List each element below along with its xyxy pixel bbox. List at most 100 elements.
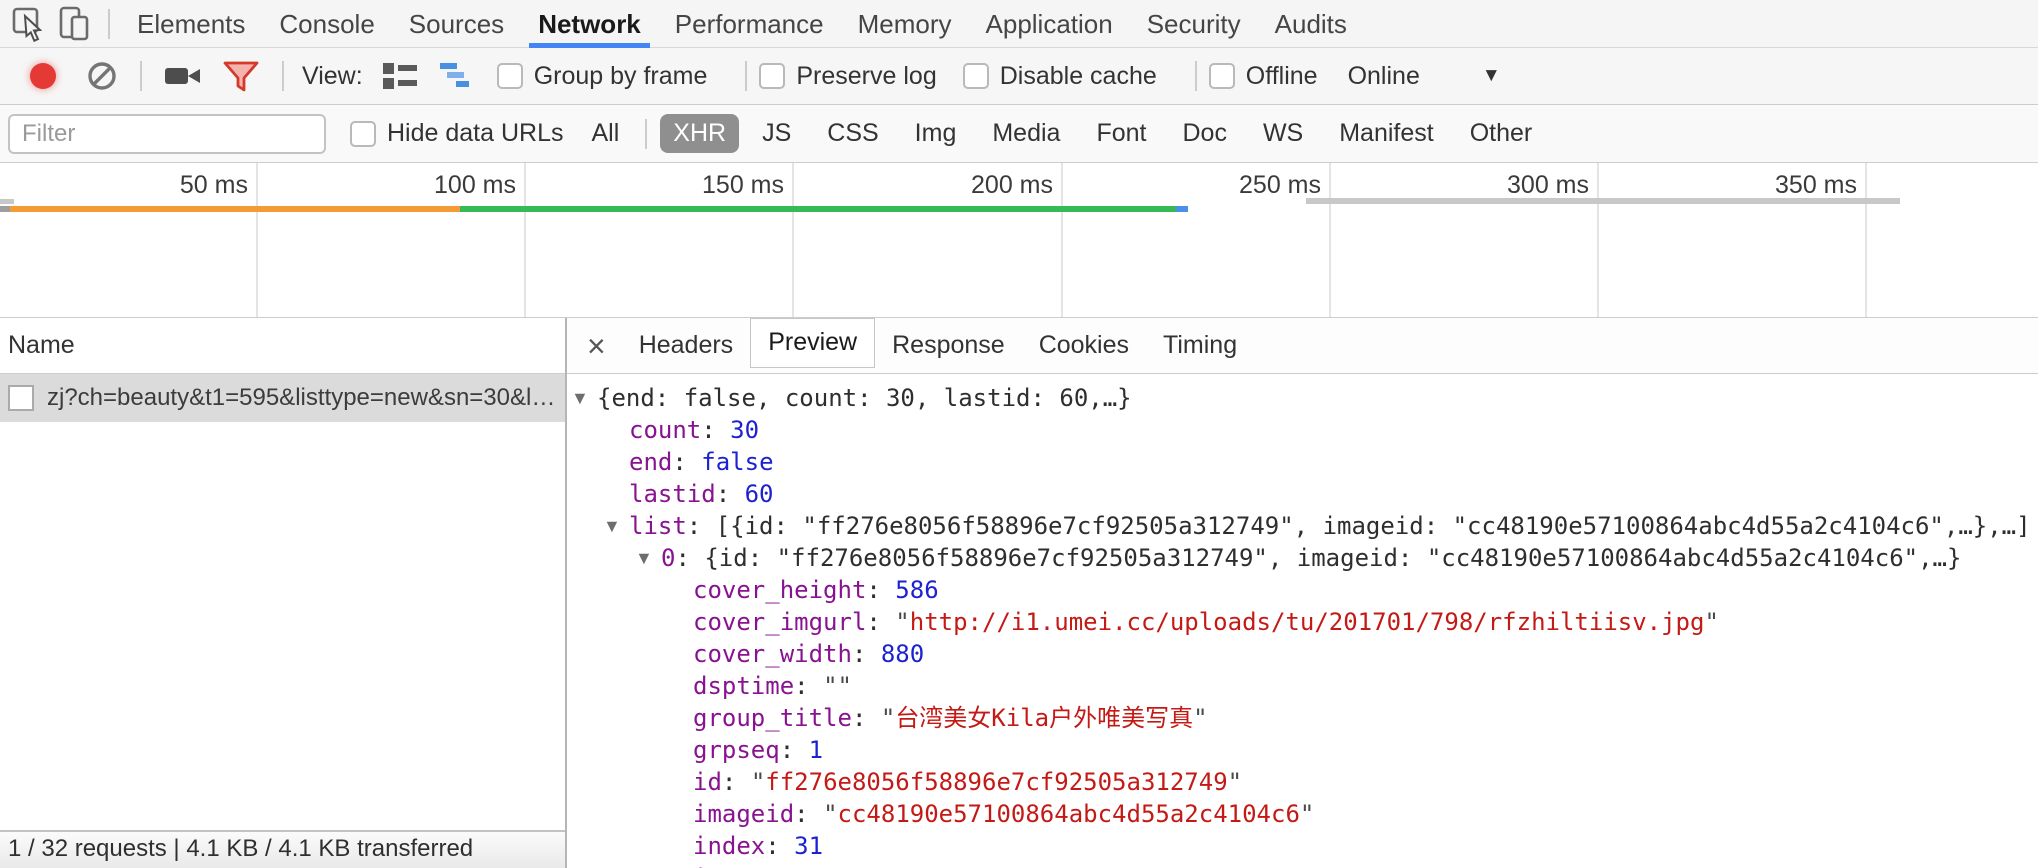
json-tree-row[interactable]: id: "ff276e8056f58896e7cf92505a312749" [567, 766, 2038, 798]
json-segment: : [794, 800, 823, 828]
detail-tab-cookies[interactable]: Cookies [1022, 318, 1146, 374]
disclosure-triangle-icon[interactable]: ▼ [571, 382, 597, 414]
timeline-overview[interactable]: 50 ms100 ms150 ms200 ms250 ms300 ms350 m… [0, 163, 2038, 318]
view-list-icon [381, 59, 419, 93]
json-tree-row[interactable]: imageid: "cc48190e57100864abc4d55a2c4104… [567, 798, 2038, 830]
large-rows-toggle[interactable] [381, 59, 419, 93]
json-segment: : [794, 672, 823, 700]
clear-button[interactable] [86, 60, 118, 92]
filter-pill-css[interactable]: CSS [814, 114, 891, 153]
tab-audits[interactable]: Audits [1258, 0, 1364, 48]
json-preview-tree[interactable]: ▼{end: false, count: 30, lastid: 60,…}co… [567, 374, 2038, 868]
json-segment: lastid [629, 480, 716, 508]
detail-tab-bar: × HeadersPreviewResponseCookiesTiming [567, 318, 2038, 374]
tab-console[interactable]: Console [262, 0, 391, 48]
json-segment: cc48190e57100864abc4d55a2c4104c6 [838, 800, 1300, 828]
json-segment: " [751, 768, 765, 796]
disclosure-triangle-icon[interactable]: ▼ [603, 510, 629, 542]
show-overview-toggle[interactable] [439, 60, 475, 92]
filter-divider [645, 119, 647, 149]
json-tree-row[interactable]: ▼0: {id: "ff276e8056f58896e7cf92505a3127… [567, 542, 2038, 574]
filter-pill-xhr[interactable]: XHR [660, 114, 739, 153]
name-column-header[interactable]: Name [0, 318, 565, 374]
timeline-tick-label: 100 ms [434, 171, 516, 200]
json-tree-row[interactable]: grpseq: 1 [567, 734, 2038, 766]
device-toolbar-button[interactable] [52, 0, 98, 48]
hide-data-urls-label: Hide data URLs [387, 119, 563, 148]
summary-status-bar: 1 / 32 requests | 4.1 KB / 4.1 KB transf… [0, 830, 565, 868]
filter-pill-doc[interactable]: Doc [1169, 114, 1239, 153]
chevron-down-icon: ▼ [1482, 65, 1501, 87]
tab-application[interactable]: Application [969, 0, 1130, 48]
json-tree-row[interactable]: intro: … [567, 862, 2038, 868]
group-by-frame-checkbox[interactable] [497, 63, 523, 89]
tab-security[interactable]: Security [1130, 0, 1258, 48]
json-segment: ff276e8056f58896e7cf92505a312749 [765, 768, 1227, 796]
filter-toggle-button[interactable] [222, 59, 260, 93]
offline-checkbox[interactable] [1209, 63, 1235, 89]
json-tree-row[interactable]: index: 31 [567, 830, 2038, 862]
json-tree-row[interactable]: ▼{end: false, count: 30, lastid: 60,…} [567, 382, 2038, 414]
request-row[interactable]: zj?ch=beauty&t1=595&listtype=new&sn=30&l… [0, 374, 565, 422]
detail-tab-timing[interactable]: Timing [1146, 318, 1254, 374]
panel-tab-bar: ElementsConsoleSourcesNetworkPerformance… [0, 0, 2038, 48]
disclosure-triangle-icon[interactable]: ▼ [635, 542, 661, 574]
json-segment: {end: false, count: 30, lastid: 60,…} [597, 384, 1132, 412]
json-segment: index [693, 832, 765, 860]
json-tree-row[interactable]: cover_imgurl: "http://i1.umei.cc/uploads… [567, 606, 2038, 638]
filter-pill-font[interactable]: Font [1083, 114, 1159, 153]
request-name: zj?ch=beauty&t1=595&listtype=new&sn=30&l… [47, 384, 555, 412]
json-tree-row[interactable]: cover_height: 586 [567, 574, 2038, 606]
json-tree-row[interactable]: count: 30 [567, 414, 2038, 446]
json-tree-row[interactable]: end: false [567, 446, 2038, 478]
overview-receiving-segment [460, 206, 1176, 212]
toolbar-divider [1195, 61, 1197, 91]
detail-tabs-container: HeadersPreviewResponseCookiesTiming [622, 318, 1254, 374]
json-segment: : [866, 608, 895, 636]
filter-pill-manifest[interactable]: Manifest [1326, 114, 1446, 153]
json-segment: " [1228, 768, 1242, 796]
json-segment: : [852, 704, 881, 732]
panel-tabs: ElementsConsoleSourcesNetworkPerformance… [120, 0, 1364, 48]
capture-screenshots-button[interactable] [164, 60, 202, 92]
tab-performance[interactable]: Performance [658, 0, 841, 48]
inspect-element-button[interactable] [6, 0, 52, 48]
filter-bar: Hide data URLs All XHR JS CSS ImgMedia Font Do… [0, 105, 2038, 163]
filter-pill-img[interactable]: Img [902, 114, 970, 153]
disable-cache-checkbox[interactable] [963, 63, 989, 89]
record-button[interactable] [20, 63, 66, 89]
filter-pill-other[interactable]: Other [1457, 114, 1546, 153]
detail-tab-headers[interactable]: Headers [622, 318, 751, 374]
overview-stalled-segment [0, 206, 10, 212]
json-tree-row[interactable]: cover_width: 880 [567, 638, 2038, 670]
json-segment: " [1300, 800, 1314, 828]
filter-input[interactable] [8, 114, 326, 154]
json-segment: " [881, 704, 895, 732]
hide-data-urls-checkbox[interactable] [350, 121, 376, 147]
tab-sources[interactable]: Sources [392, 0, 521, 48]
clear-icon [86, 60, 118, 92]
timeline-gridline [1597, 163, 1599, 317]
timeline-tick-label: 150 ms [702, 171, 784, 200]
filter-pill-all[interactable]: All [578, 114, 632, 153]
tab-elements[interactable]: Elements [120, 0, 262, 48]
json-tree-row[interactable]: group_title: "台湾美女Kila户外唯美写真" [567, 702, 2038, 734]
preserve-log-checkbox[interactable] [759, 63, 785, 89]
tab-memory[interactable]: Memory [841, 0, 969, 48]
json-tree-row[interactable]: lastid: 60 [567, 478, 2038, 510]
timeline-gridline [792, 163, 794, 317]
filter-pill-js[interactable]: JS [749, 114, 804, 153]
json-tree-row[interactable]: dsptime: "" [567, 670, 2038, 702]
toolbar-divider [140, 61, 142, 91]
filter-pill-media[interactable]: Media [979, 114, 1073, 153]
detail-tab-preview[interactable]: Preview [750, 318, 875, 368]
close-icon[interactable]: × [571, 320, 622, 372]
json-segment: list [629, 512, 687, 540]
tab-network[interactable]: Network [521, 0, 658, 48]
detail-tab-response[interactable]: Response [875, 318, 1022, 374]
json-segment: : [780, 736, 809, 764]
json-tree-row[interactable]: ▼list: [{id: "ff276e8056f58896e7cf92505a… [567, 510, 2038, 542]
filter-pill-ws[interactable]: WS [1250, 114, 1316, 153]
timeline-gridline [524, 163, 526, 317]
throttling-select[interactable]: Online ▼ [1348, 62, 1501, 91]
